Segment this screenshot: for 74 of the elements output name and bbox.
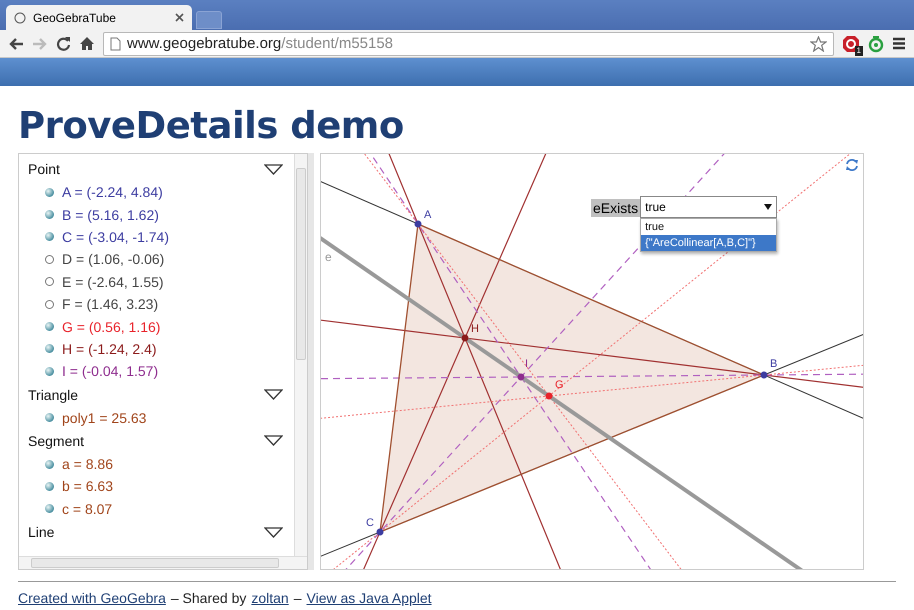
graphics-view[interactable]: e A B C H I G eExists true true {"AreCollinear[A,B,C]"} <box>320 153 864 570</box>
category-header[interactable]: Line <box>28 524 54 540</box>
point-label: A <box>424 209 432 221</box>
page-icon <box>110 36 121 50</box>
point-marker[interactable] <box>414 220 422 228</box>
footer-link[interactable]: View as Java Applet <box>306 590 432 606</box>
collapse-triangle-icon[interactable] <box>264 164 283 174</box>
visibility-toggle[interactable] <box>45 188 54 197</box>
point-label: I <box>525 358 528 370</box>
visibility-toggle[interactable] <box>45 322 54 332</box>
category-header[interactable]: Segment <box>28 432 84 449</box>
algebra-entry[interactable]: E = (-2.64, 1.55) <box>62 274 164 290</box>
horizontal-scrollbar[interactable] <box>19 556 307 569</box>
visibility-toggle[interactable] <box>45 210 54 220</box>
visibility-toggle[interactable] <box>45 504 54 514</box>
reload-icon[interactable] <box>56 36 71 51</box>
point-marker[interactable] <box>546 392 552 400</box>
back-icon[interactable] <box>8 36 24 50</box>
visibility-toggle[interactable] <box>45 232 54 242</box>
star-icon[interactable] <box>810 36 827 52</box>
dropdown[interactable]: true <box>640 196 778 218</box>
dropdown-option[interactable]: {"AreCollinear[A,B,C]"} <box>641 235 776 251</box>
home-icon[interactable] <box>79 36 95 51</box>
visibility-toggle[interactable] <box>45 482 54 491</box>
category-header[interactable]: Point <box>28 161 60 177</box>
visibility-toggle[interactable] <box>45 254 54 264</box>
visibility-toggle[interactable] <box>45 460 54 469</box>
dropdown-option[interactable]: true <box>641 219 776 235</box>
algebra-entry[interactable]: H = (-1.24, 2.4) <box>62 340 157 357</box>
address-bar[interactable]: www.geogebratube.org/student/m55158 <box>103 32 834 56</box>
point-marker[interactable] <box>376 528 384 536</box>
point-label: B <box>770 358 778 370</box>
visibility-toggle[interactable] <box>45 413 54 422</box>
visibility-toggle[interactable] <box>45 344 54 354</box>
footer-link[interactable]: zoltan <box>251 590 289 606</box>
refresh-icon[interactable] <box>845 158 859 172</box>
point-label: G <box>555 379 564 391</box>
visibility-toggle[interactable] <box>45 366 54 376</box>
visibility-toggle[interactable] <box>45 300 54 309</box>
footer-text: – Shared by <box>170 590 246 606</box>
point-marker[interactable] <box>760 372 768 378</box>
point-label: C <box>366 517 374 529</box>
category-header[interactable]: Triangle <box>28 386 78 403</box>
algebra-entry[interactable]: a = 8.86 <box>62 456 113 472</box>
collapse-triangle-icon[interactable] <box>264 389 283 400</box>
point-marker[interactable] <box>518 374 524 380</box>
menu-icon[interactable] <box>892 37 906 50</box>
line-label: e <box>325 250 332 264</box>
stop-sign-icon[interactable] <box>842 34 860 52</box>
algebra-entry[interactable]: b = 6.63 <box>62 478 113 494</box>
close-icon[interactable] <box>175 13 184 22</box>
caret-icon <box>764 204 772 210</box>
page-title: ProveDetails demo <box>18 104 405 147</box>
collapse-triangle-icon[interactable] <box>264 435 283 446</box>
footer-text: – <box>294 590 302 606</box>
collapse-triangle-icon[interactable] <box>264 526 283 538</box>
vertical-scrollbar[interactable] <box>294 154 307 557</box>
page-icon <box>14 12 26 24</box>
algebra-entry[interactable]: G = (0.56, 1.16) <box>62 318 160 335</box>
algebra-entry[interactable]: c = 8.07 <box>62 500 112 517</box>
point-marker[interactable] <box>462 334 468 342</box>
algebra-entry[interactable]: poly1 = 25.63 <box>62 410 146 426</box>
point-label: H <box>471 323 479 335</box>
footer-link[interactable]: Created with GeoGebra <box>18 590 166 606</box>
visibility-toggle[interactable] <box>45 277 54 286</box>
algebra-entry[interactable]: A = (-2.24, 4.84) <box>62 184 163 200</box>
timer-icon[interactable] <box>868 34 884 52</box>
algebra-entry[interactable]: C = (-3.04, -1.74) <box>62 228 169 245</box>
browser-tab[interactable]: GeoGebraTube <box>6 5 192 30</box>
algebra-entry[interactable]: D = (1.06, -0.06) <box>62 251 164 268</box>
algebra-entry[interactable]: B = (5.16, 1.62) <box>62 206 159 223</box>
algebra-entry[interactable]: F = (1.46, 3.23) <box>62 296 158 312</box>
algebra-entry[interactable]: I = (-0.04, 1.57) <box>62 363 158 380</box>
dropdown-label: eExists <box>591 199 640 217</box>
